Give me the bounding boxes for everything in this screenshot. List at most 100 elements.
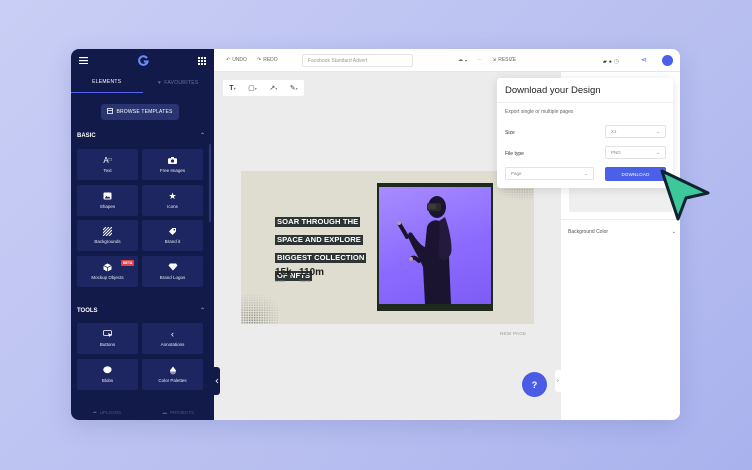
folder-icon: ▬ [162, 409, 167, 415]
timer-icon[interactable]: ◷ [614, 58, 619, 65]
format-value: Facebook Standard Advert [308, 57, 368, 64]
background-color-row[interactable]: Background Color ⌄ [568, 229, 676, 235]
more-options-button[interactable]: ⋯ [477, 57, 482, 63]
cursor-click-icon [102, 330, 113, 338]
resize-label: RESIZE [498, 57, 517, 63]
sidebar-tabs: ELEMENTS ♥ FAVOURITES [71, 72, 214, 93]
format-selector[interactable]: Facebook Standard Advert [302, 54, 413, 67]
stat-artists[interactable]: 15k Artists [275, 267, 292, 283]
size-select[interactable]: X1 ⌄ [605, 125, 666, 138]
chevron-left-icon: ‹ [171, 329, 174, 339]
heart-icon: ♥ [157, 79, 162, 86]
new-page-button[interactable]: NEW PAGE [500, 331, 526, 336]
collapse-sidebar-button[interactable] [214, 367, 220, 395]
tool-card-buttons[interactable]: Buttons [77, 323, 138, 354]
cloud-icon: ☁ [458, 57, 463, 63]
arrow-tool-button[interactable]: ↗▾ [269, 84, 277, 92]
blob-icon [103, 366, 113, 374]
page-placeholder: Page [511, 171, 522, 176]
undo-button[interactable]: ↶ UNDO [226, 57, 247, 63]
chevron-right-icon: › [557, 378, 559, 384]
stat-label: Artists [275, 279, 285, 283]
rectangle-icon: ▢ [248, 85, 255, 92]
stack-icon[interactable]: ▰ [603, 59, 607, 65]
download-dialog: Download your Design Export single or mu… [497, 78, 673, 188]
star-icon: ★ [168, 190, 177, 201]
settings-icon[interactable]: ● [609, 59, 612, 65]
redo-button[interactable]: ↷ REDO [257, 57, 278, 63]
redo-icon: ↷ [257, 57, 262, 63]
stripes-icon [103, 226, 113, 236]
browse-templates-button[interactable]: BROWSE TEMPLATES [101, 104, 179, 120]
tab-projects[interactable]: ▬ PROJECTS [143, 404, 215, 420]
pointer-cursor-icon [660, 169, 710, 221]
cloud-upload-icon: ☁ [92, 409, 97, 414]
card-label: Free Images [159, 168, 186, 173]
chevron-down-icon: ⌄ [656, 128, 660, 134]
rectangle-tool-button[interactable]: ▢▾ [248, 84, 257, 92]
help-button[interactable]: ? [522, 372, 547, 397]
undo-icon: ↶ [226, 57, 231, 63]
chevron-down-icon: ▾ [465, 57, 468, 63]
stat-value: 110m [299, 267, 325, 278]
background-color-label: Background Color [568, 229, 609, 235]
element-card-shapes[interactable]: Shapes [77, 185, 138, 216]
element-card-brand-logos[interactable]: Brand Logos [142, 256, 203, 287]
beta-badge: BETA [121, 260, 135, 266]
element-card-backgrounds[interactable]: Backgrounds [77, 220, 138, 251]
text-icon: A □ [103, 155, 112, 165]
stat-value: 15k [275, 267, 292, 278]
headline-line: SOAR THROUGH THE [275, 217, 361, 227]
redo-label: REDO [263, 57, 278, 63]
section-tools-header[interactable]: TOOLS ⌃ [77, 307, 205, 315]
tab-elements[interactable]: ELEMENTS [71, 72, 143, 93]
chevron-up-icon: ⌃ [199, 133, 205, 139]
element-card-icons[interactable]: ★ Icons [142, 185, 203, 216]
design-photo-frame[interactable] [377, 183, 493, 311]
cloud-save-button[interactable]: ☁ ▾ [458, 57, 467, 63]
card-label: Brand it [164, 239, 181, 244]
size-label: Size [505, 130, 515, 136]
divider [497, 102, 673, 103]
text-tool-button[interactable]: T▾ [229, 85, 235, 92]
share-button[interactable]: ⋖ [641, 56, 647, 64]
tab-favourites[interactable]: ♥ FAVOURITES [143, 72, 215, 93]
sidebar-bottom-tabs: ☁ UPLOADS ▬ PROJECTS [71, 404, 214, 420]
pen-tool-button[interactable]: ✎▾ [290, 84, 298, 92]
design-canvas[interactable]: SOAR THROUGH THE SPACE AND EXPLORE BIGGE… [241, 171, 534, 324]
avatar[interactable] [662, 55, 673, 66]
section-basic-header[interactable]: BASIC ⌃ [77, 132, 205, 140]
section-basic-title: BASIC [77, 132, 96, 139]
file-type-select[interactable]: PNG ⌄ [605, 146, 666, 159]
top-action-icons: ▰ ● ◷ [603, 58, 619, 66]
apps-grid-icon[interactable] [198, 56, 206, 65]
templates-icon [107, 108, 114, 116]
canvas-toolbar: T▾ ▢▾ ↗▾ ✎▾ [223, 80, 304, 96]
tool-card-annotations[interactable]: ‹ Annotations [142, 323, 203, 354]
stat-tokens[interactable]: 110m Tokens [299, 267, 324, 283]
card-label: Icons [167, 204, 178, 209]
section-tools-title: TOOLS [77, 307, 98, 314]
file-type-value: PNG [611, 150, 621, 155]
headline-line: BIGGEST COLLECTION [275, 253, 367, 263]
tool-card-color-palettes[interactable]: Color Palettes [142, 359, 203, 390]
element-card-mockup-objects[interactable]: BETA Mockup Objects [77, 256, 138, 287]
chevron-down-icon: ⌄ [584, 170, 588, 176]
logo-icon [137, 55, 149, 66]
cube-icon [103, 263, 113, 271]
page-select[interactable]: Page ⌄ [505, 167, 594, 180]
vr-person-illustration [397, 196, 452, 304]
element-card-text[interactable]: A □ Text [77, 149, 138, 180]
element-card-free-images[interactable]: Free Images [142, 149, 203, 180]
tool-card-blobs[interactable]: Blobs [77, 359, 138, 390]
more-dots-icon: ⋯ [477, 57, 482, 63]
sidebar-scrollbar[interactable] [209, 144, 211, 222]
app-window: ELEMENTS ♥ FAVOURITES BROWSE TEMPLATES B… [71, 49, 680, 420]
tab-uploads[interactable]: ☁ UPLOADS [71, 404, 143, 420]
tab-elements-label: ELEMENTS [92, 79, 122, 85]
tag-icon [168, 227, 178, 235]
element-card-brand-it[interactable]: Brand it [142, 220, 203, 251]
resize-button[interactable]: ⇲ RESIZE [492, 57, 516, 63]
top-toolbar: ↶ UNDO ↷ REDO Facebook Standard Advert ☁… [214, 49, 680, 72]
menu-icon[interactable] [79, 57, 88, 64]
